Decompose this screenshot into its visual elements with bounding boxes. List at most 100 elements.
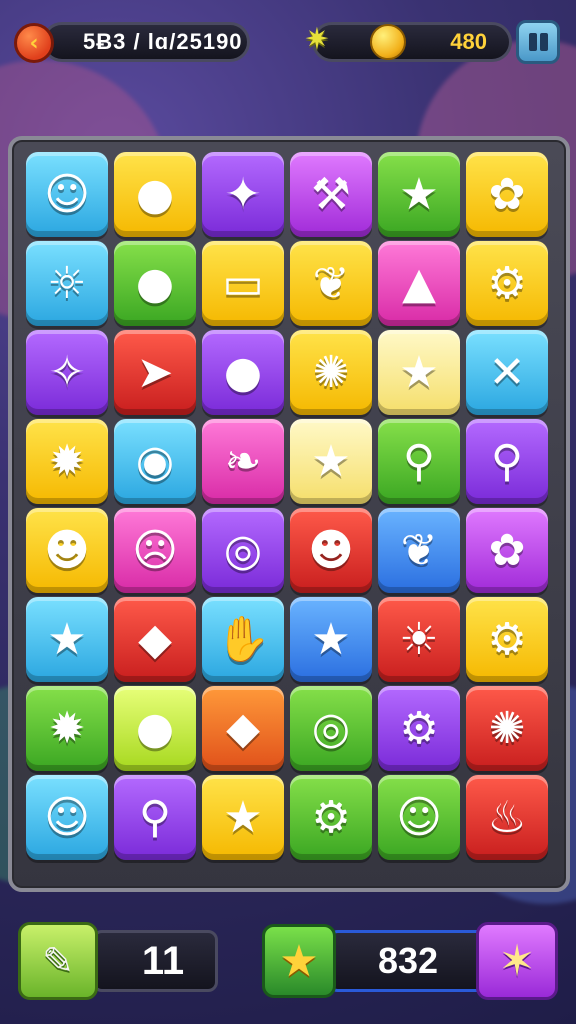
game-tile[interactable]: ✺ [466,686,548,771]
star-badge-icon: ✷ [304,21,330,57]
yellow-star-icon: ★ [223,791,263,843]
back-button[interactable]: ‹ [14,23,54,63]
game-tile[interactable]: ⚒ [290,152,372,237]
game-tile[interactable]: ◆ [114,597,196,682]
game-tile[interactable]: ★ [378,330,460,415]
yellow-gear-icon: ✹ [48,702,86,754]
blue-diamond-icon: ◆ [226,702,260,754]
game-tile[interactable]: ◆ [202,686,284,771]
game-tile[interactable]: ● [114,152,196,237]
pause-icon [528,33,537,51]
game-tile[interactable]: ◎ [290,686,372,771]
game-tile[interactable]: ⚙ [290,775,372,860]
red-fish-icon: ✿ [488,168,526,220]
yellow-key-icon: ⚲ [402,435,436,487]
game-tile[interactable]: ★ [202,775,284,860]
orange-star-icon: ★ [311,435,351,487]
sun-wand-icon: ☀ [399,613,439,665]
game-tile[interactable]: ✧ [26,330,108,415]
game-tile[interactable]: ● [114,686,196,771]
game-tile[interactable]: ★ [26,597,108,682]
blue-gear-icon: ⚙ [487,613,527,665]
game-tile[interactable]: ♨ [466,775,548,860]
game-tile[interactable]: ▭ [202,241,284,326]
game-tile[interactable]: ▲ [378,241,460,326]
game-tile[interactable]: ☼ [26,241,108,326]
game-tile[interactable]: ★ [290,419,372,504]
fairy-wand-icon: ✧ [48,346,86,398]
game-tile[interactable]: ◉ [114,419,196,504]
game-tile[interactable]: ◎ [202,508,284,593]
game-tile[interactable]: ✺ [290,330,372,415]
white-flower-icon: ✿ [488,524,526,576]
game-tile[interactable]: ✕ [466,330,548,415]
game-tile[interactable]: ❦ [290,241,372,326]
moves-count: 11 [141,938,185,983]
blue-gear-icon: ⚙ [399,702,439,754]
chili-pepper-icon: ❧ [224,435,262,487]
game-tile[interactable]: ☻ [26,508,108,593]
star-button[interactable]: ★ [262,924,336,998]
green-blob-icon: ● [135,257,175,309]
candy-stick-icon: ⚲ [490,435,524,487]
game-tile[interactable]: ❧ [202,419,284,504]
coin-display: 480 [312,22,512,62]
game-tile[interactable]: ☺ [26,775,108,860]
leaf-icon: ❦ [312,257,350,309]
game-tile[interactable]: ✿ [466,508,548,593]
lemon-icon: ● [223,346,263,398]
moves-display: 11 [92,930,218,992]
gold-diamond-icon: ◆ [138,613,172,665]
boost-button[interactable]: ✶ [476,922,558,1000]
total-display: 832 [328,930,488,992]
starburst-icon: ✹ [48,435,86,487]
tile-grid: ☺ ● ✦ ⚒ ★ ✿ ☼ ● ▭ ❦ ▲ ⚙ ✧ ➤ ● ✺ ★ ✕ ✹ ◉ ❧ ★ ⚲ ⚲ ☻ ☹ ◎ ☻ ❦ ✿ ★ ◆ ✋ ★ ☀ ⚙ ✹ ● ◆ ◎… [26,152,548,860]
candy-wand-icon: ⚲ [138,791,172,843]
game-tile[interactable]: ★ [378,152,460,237]
ring-icon: ◎ [223,524,263,576]
score-display: 5Ƀ3 / lɑ/25190 [42,22,250,62]
game-tile[interactable]: ☺ [26,152,108,237]
brown-face-icon: ☺ [44,791,90,843]
game-tile[interactable]: ☹ [114,508,196,593]
eraser-icon: ✎ [42,939,74,983]
green-egg-icon: ● [135,702,175,754]
sun-gear-icon: ✺ [312,346,350,398]
sun-face-icon: ☼ [47,257,87,309]
top-bar: 5Ƀ3 / lɑ/25190 ‹ 480 ✷ [12,18,564,66]
score-panel: 832 ★ ✶ [262,922,558,1000]
pause-button[interactable] [516,20,560,64]
moves-panel: 11 ✎ [18,922,218,1000]
game-tile[interactable]: ❦ [378,508,460,593]
game-tile[interactable]: ● [114,241,196,326]
game-tile[interactable]: ☻ [290,508,372,593]
feather-icon: ❦ [400,524,438,576]
game-tile[interactable]: ● [202,330,284,415]
game-tile[interactable]: ✹ [26,686,108,771]
game-tile[interactable]: ⚲ [378,419,460,504]
sparkle-star-icon: ✶ [498,935,536,987]
game-tile[interactable]: ⚲ [466,419,548,504]
game-tile[interactable]: ✦ [202,152,284,237]
game-tile[interactable]: ☀ [378,597,460,682]
game-tile[interactable]: ✹ [26,419,108,504]
game-tile[interactable]: ✋ [202,597,284,682]
game-tile[interactable]: ☺ [378,775,460,860]
coin-icon [370,24,406,60]
eraser-tool-button[interactable]: ✎ [18,922,98,1000]
game-tile[interactable]: ➤ [114,330,196,415]
game-tile[interactable]: ✿ [466,152,548,237]
red-balloon-icon: ● [135,168,175,220]
game-tile[interactable]: ⚙ [466,597,548,682]
orange-face-icon: ☺ [396,791,442,843]
game-board: ☺ ● ✦ ⚒ ★ ✿ ☼ ● ▭ ❦ ▲ ⚙ ✧ ➤ ● ✺ ★ ✕ ✹ ◉ ❧ ★ ⚲ ⚲ ☻ ☹ ◎ ☻ ❦ ✿ ★ ◆ ✋ ★ ☀ ⚙ ✹ ● ◆ ◎… [8,136,570,892]
blue-star-icon: ✦ [224,168,262,220]
game-tile[interactable]: ⚙ [378,686,460,771]
game-tile[interactable]: ★ [290,597,372,682]
gear-icon: ⚙ [487,257,527,309]
blue-gem-icon: ✺ [488,702,526,754]
game-tile[interactable]: ⚲ [114,775,196,860]
grey-face-icon: ☻ [308,524,354,576]
game-tile[interactable]: ⚙ [466,241,548,326]
rocket-icon: ♨ [487,791,527,843]
